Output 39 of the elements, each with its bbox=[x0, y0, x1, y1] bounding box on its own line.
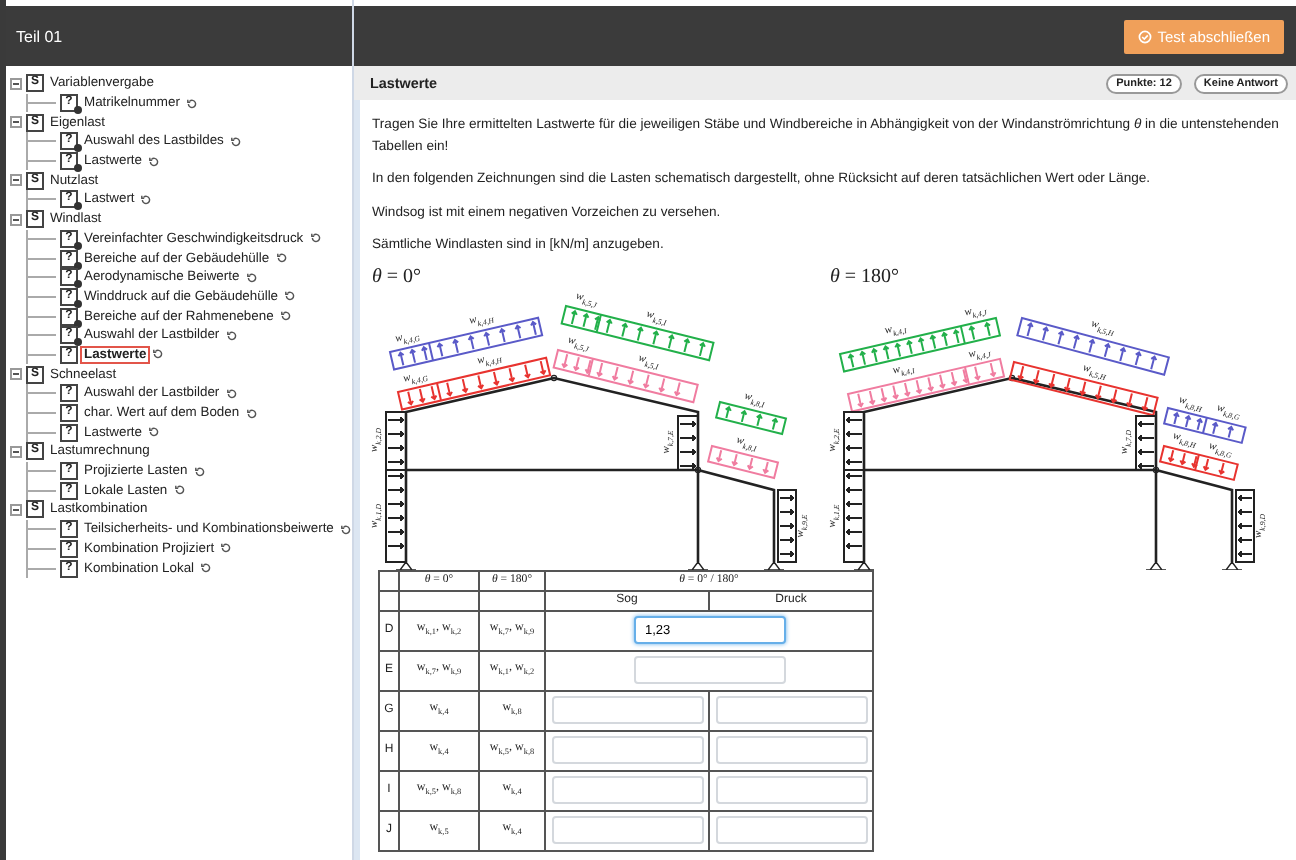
refresh-icon[interactable] bbox=[200, 562, 213, 575]
sidebar-title: Teil 01 bbox=[6, 0, 352, 66]
value-field[interactable] bbox=[551, 816, 703, 844]
value-field[interactable] bbox=[551, 776, 703, 804]
diagram-heading: θ = 0° bbox=[372, 265, 422, 287]
value-field[interactable] bbox=[715, 816, 867, 844]
refresh-icon[interactable] bbox=[148, 155, 160, 168]
refresh-icon[interactable] bbox=[245, 271, 258, 284]
refresh-icon[interactable] bbox=[225, 387, 238, 400]
collapse-icon[interactable] bbox=[10, 174, 22, 187]
refresh-icon[interactable] bbox=[220, 542, 233, 555]
diagram-heading: θ = 180° bbox=[830, 265, 900, 287]
value-field[interactable] bbox=[633, 656, 785, 684]
refresh-icon[interactable] bbox=[275, 252, 288, 265]
collapse-icon[interactable] bbox=[10, 368, 22, 381]
value-field[interactable] bbox=[715, 696, 867, 724]
refresh-icon[interactable] bbox=[309, 232, 322, 245]
collapse-icon[interactable] bbox=[10, 503, 22, 516]
refresh-icon[interactable] bbox=[148, 426, 160, 439]
check-circle-icon bbox=[1137, 29, 1152, 43]
value-field[interactable] bbox=[715, 736, 867, 764]
refresh-icon[interactable] bbox=[279, 310, 292, 323]
refresh-icon[interactable] bbox=[225, 329, 238, 342]
refresh-icon[interactable] bbox=[152, 348, 165, 361]
refresh-icon[interactable] bbox=[173, 484, 186, 497]
value-field[interactable] bbox=[715, 776, 867, 804]
refresh-icon[interactable] bbox=[245, 407, 258, 420]
collapse-icon[interactable] bbox=[10, 445, 22, 458]
refresh-icon[interactable] bbox=[193, 465, 206, 478]
value-field[interactable] bbox=[551, 696, 703, 724]
collapse-icon[interactable] bbox=[10, 77, 22, 90]
refresh-icon[interactable] bbox=[284, 290, 297, 303]
refresh-icon[interactable] bbox=[140, 193, 153, 206]
refresh-icon[interactable] bbox=[339, 523, 352, 536]
collapse-icon[interactable] bbox=[10, 116, 22, 129]
refresh-icon[interactable] bbox=[229, 135, 242, 148]
collapse-icon[interactable] bbox=[10, 213, 22, 226]
refresh-icon[interactable] bbox=[185, 97, 198, 110]
value-field[interactable] bbox=[551, 736, 703, 764]
